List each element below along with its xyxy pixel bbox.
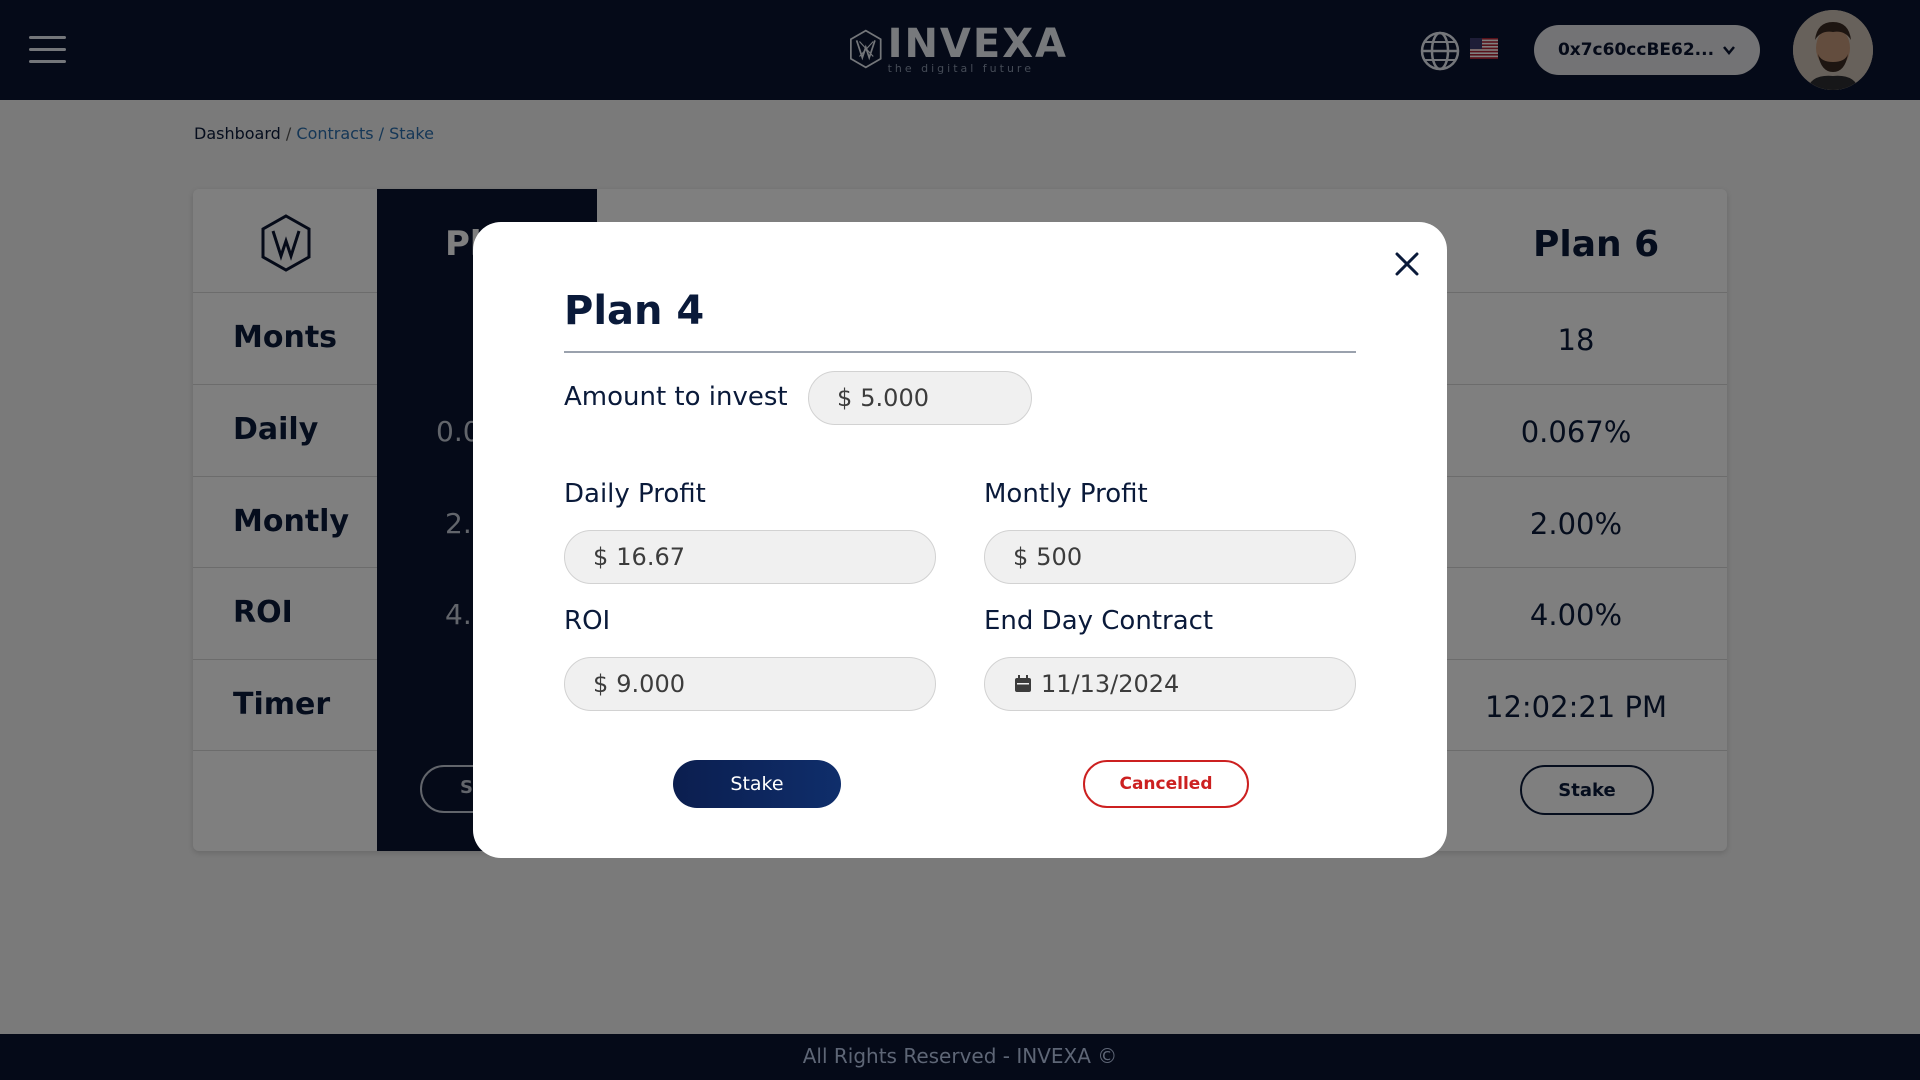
currency-symbol: $ <box>1013 543 1029 571</box>
stake-button[interactable]: Stake <box>673 760 841 808</box>
currency-symbol: $ <box>837 384 853 412</box>
modal-title: Plan 4 <box>564 288 705 334</box>
monthly-profit-label: Montly Profit <box>984 479 1148 509</box>
amount-input[interactable]: $ 5.000 <box>808 371 1032 425</box>
daily-profit-label: Daily Profit <box>564 479 706 509</box>
currency-symbol: $ <box>593 670 609 698</box>
currency-symbol: $ <box>593 543 609 571</box>
roi-field: $ 9.000 <box>564 657 936 711</box>
end-day-label: End Day Contract <box>984 606 1214 636</box>
end-day-field: 11/13/2024 <box>984 657 1356 711</box>
roi-label: ROI <box>564 606 611 636</box>
daily-profit-field: $ 16.67 <box>564 530 936 584</box>
calendar-icon <box>1015 675 1031 692</box>
cancel-button[interactable]: Cancelled <box>1083 760 1249 808</box>
monthly-profit-field: $ 500 <box>984 530 1356 584</box>
daily-profit-value: 16.67 <box>616 543 685 571</box>
amount-label: Amount to invest <box>564 382 788 412</box>
footer-copyright: All Rights Reserved - INVEXA © <box>802 1044 1118 1068</box>
monthly-profit-value: 500 <box>1036 543 1083 571</box>
end-day-value: 11/13/2024 <box>1041 670 1180 698</box>
stake-modal: Plan 4 Amount to invest $ 5.000 Daily Pr… <box>473 222 1447 858</box>
roi-value: 9.000 <box>616 670 685 698</box>
amount-value: 5.000 <box>860 384 929 412</box>
close-icon[interactable] <box>1393 250 1421 278</box>
divider <box>564 351 1356 353</box>
